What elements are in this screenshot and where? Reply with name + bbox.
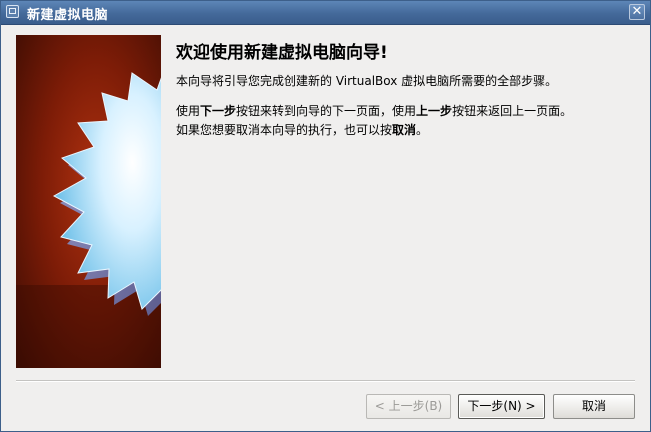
instructions-line-1: 使用下一步按钮来转到向导的下一页面，使用上一步按钮来返回上一页面。 xyxy=(176,104,573,118)
button-separator xyxy=(16,380,635,382)
close-icon: ✕ xyxy=(631,4,643,19)
page-title: 欢迎使用新建虚拟电脑向导! xyxy=(176,43,388,63)
cancel-button[interactable]: 取消 xyxy=(553,394,635,419)
title-bar[interactable]: 新建虚拟电脑 ✕ xyxy=(1,1,650,25)
cancel-term: 取消 xyxy=(392,123,417,137)
window-title: 新建虚拟电脑 xyxy=(27,8,109,23)
instructions-text: 使用下一步按钮来转到向导的下一页面，使用上一步按钮来返回上一页面。 如果您想要取… xyxy=(176,102,572,140)
instructions-line-2: 如果您想要取消本向导的执行，也可以按取消。 xyxy=(176,123,429,137)
starburst-banner-image xyxy=(16,35,161,368)
virtualbox-window-icon xyxy=(6,5,19,18)
back-button[interactable]: < 上一步(B) xyxy=(366,394,451,419)
next-step-term: 下一步 xyxy=(200,104,237,118)
new-vm-wizard-window: 新建虚拟电脑 ✕ 欢迎使用新建虚拟电脑向导! 本向导将引导您完成创建新的 Vir… xyxy=(0,0,651,432)
next-button[interactable]: 下一步(N) > xyxy=(458,394,545,419)
close-button[interactable]: ✕ xyxy=(629,4,645,20)
intro-text: 本向导将引导您完成创建新的 VirtualBox 虚拟电脑所需要的全部步骤。 xyxy=(176,74,558,88)
prev-step-term: 上一步 xyxy=(416,104,453,118)
